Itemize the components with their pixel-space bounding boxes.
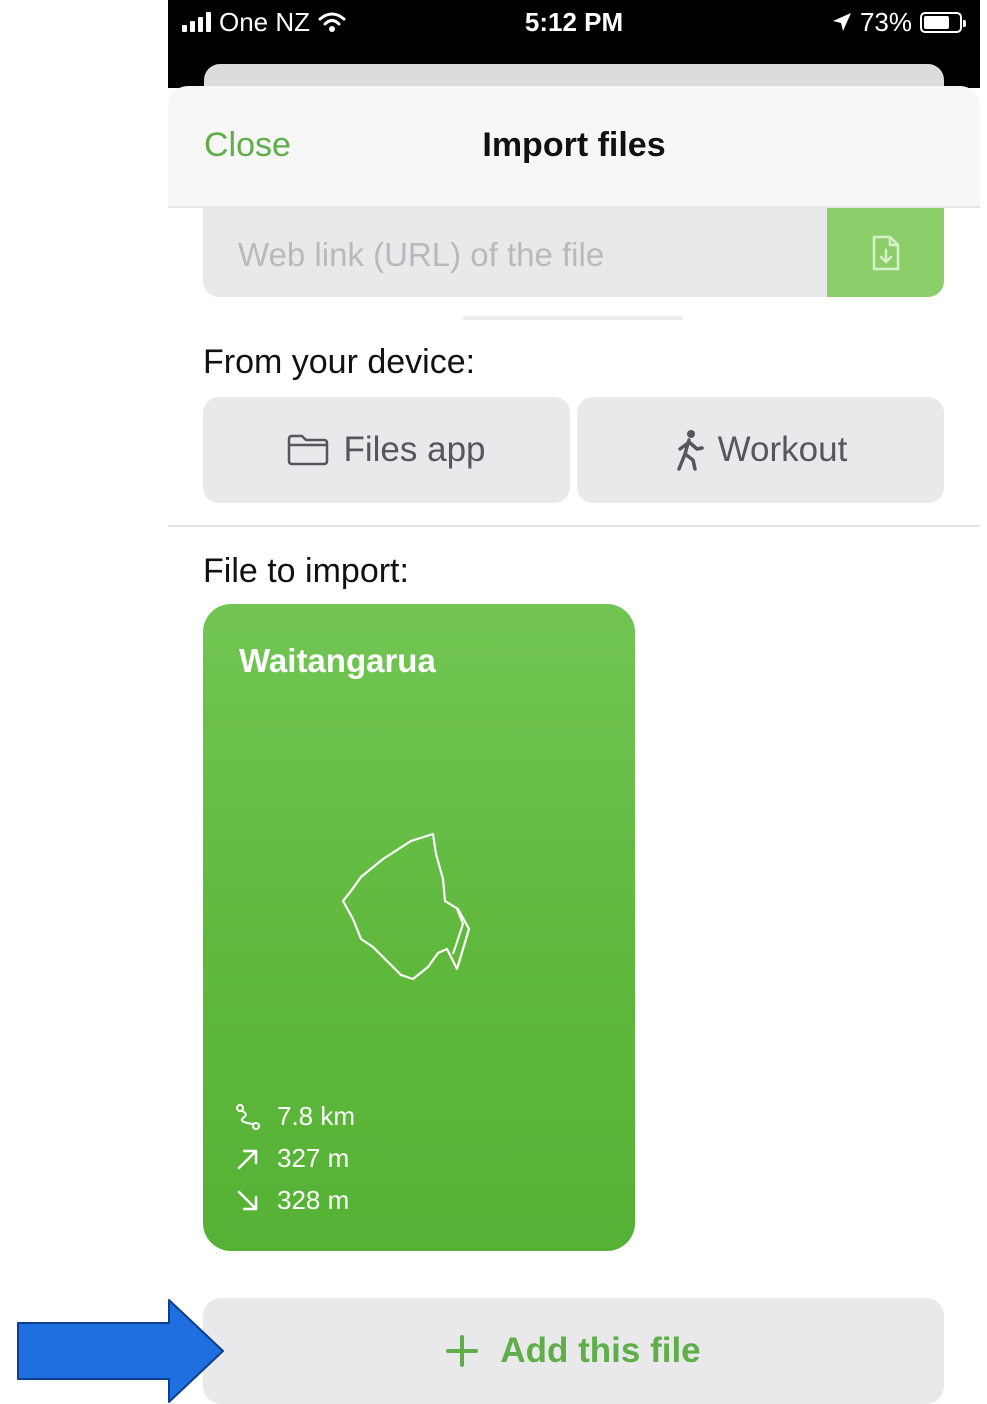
add-file-button[interactable]: Add this file bbox=[203, 1298, 944, 1404]
folder-icon bbox=[288, 434, 329, 466]
device-section-label: From your device: bbox=[203, 343, 476, 381]
descent-stat: 328 m bbox=[235, 1185, 349, 1216]
ascent-value: 327 m bbox=[277, 1143, 350, 1173]
separator-line bbox=[463, 316, 683, 320]
location-arrow-icon bbox=[832, 13, 851, 31]
pointer-arrow-icon bbox=[17, 1299, 224, 1403]
distance-icon bbox=[236, 1103, 260, 1130]
section-divider bbox=[168, 525, 980, 527]
url-input-row bbox=[203, 208, 944, 297]
phone-screen: One NZ 5:12 PM 73% Close Import files We… bbox=[168, 0, 980, 1404]
battery-percent: 73% bbox=[859, 6, 912, 37]
route-card[interactable]: Waitangarua 7.8 km 327 m 328 m bbox=[203, 604, 635, 1251]
files-app-button[interactable]: Files app bbox=[203, 397, 570, 503]
page-title: Import files bbox=[482, 126, 666, 164]
workout-button[interactable]: Workout bbox=[577, 397, 944, 503]
distance-stat: 7.8 km bbox=[235, 1101, 355, 1132]
route-title: Waitangarua bbox=[239, 642, 436, 679]
download-file-icon bbox=[872, 235, 899, 270]
url-import-button[interactable] bbox=[827, 208, 944, 297]
status-right: 73% bbox=[832, 6, 966, 38]
plus-icon bbox=[446, 1335, 479, 1367]
sheet-header: Close Import files bbox=[168, 86, 980, 208]
import-section-label: File to import: bbox=[203, 552, 409, 590]
descent-arrow-icon bbox=[237, 1190, 258, 1210]
files-app-label: Files app bbox=[343, 430, 486, 469]
ascent-arrow-icon bbox=[237, 1149, 258, 1169]
battery-icon bbox=[920, 11, 966, 33]
walking-person-icon bbox=[676, 430, 704, 471]
route-shape-icon bbox=[341, 832, 471, 981]
ascent-stat: 327 m bbox=[235, 1143, 349, 1174]
descent-value: 328 m bbox=[277, 1185, 350, 1215]
workout-label: Workout bbox=[717, 430, 848, 469]
add-file-label: Add this file bbox=[500, 1331, 701, 1370]
distance-value: 7.8 km bbox=[277, 1101, 356, 1131]
device-source-buttons: Files app Workout bbox=[203, 397, 944, 503]
url-input[interactable] bbox=[203, 208, 827, 297]
